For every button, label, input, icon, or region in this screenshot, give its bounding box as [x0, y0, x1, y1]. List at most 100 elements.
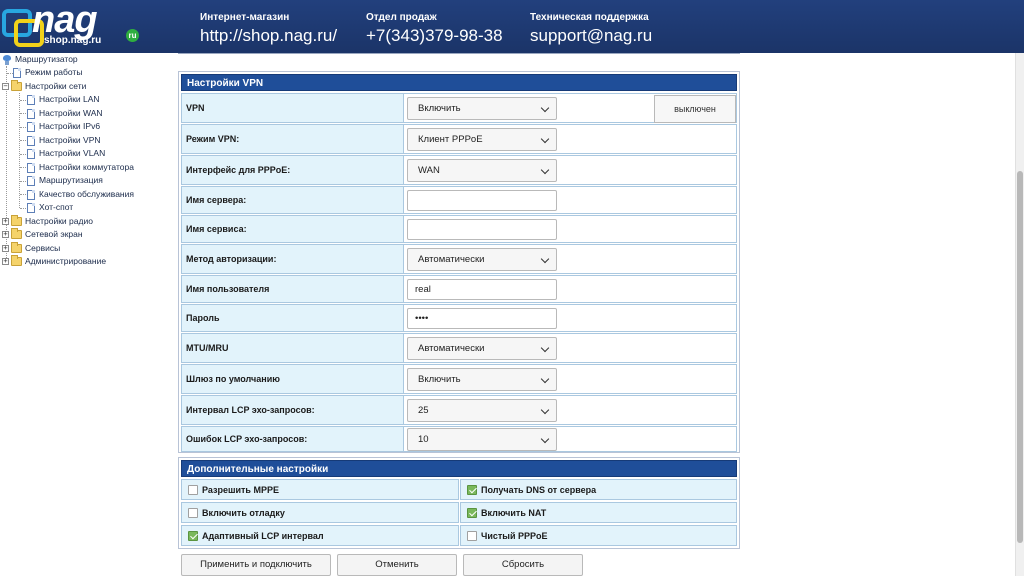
pppoe-interface-select[interactable]: WAN	[407, 159, 557, 182]
expand-toggle-icon[interactable]: +	[2, 218, 9, 225]
chevron-down-icon	[540, 103, 550, 113]
option-label: Включить NAT	[481, 507, 547, 518]
checkbox-unchecked[interactable]	[467, 530, 477, 541]
tree-folder-firewall[interactable]: + Сетевой экран	[2, 228, 83, 241]
lcp-errors-select[interactable]: 10	[407, 428, 557, 451]
server-name-input[interactable]	[407, 190, 557, 211]
option-label: Включить отладку	[202, 507, 285, 518]
select-value: Клиент PPPoE	[418, 134, 483, 145]
server-name-cell	[405, 187, 736, 213]
checkbox-checked[interactable]	[188, 530, 198, 541]
vpn-row-vpn: VPN Включить выключен	[181, 93, 737, 123]
tree-item-ipv6[interactable]: Настройки IPv6	[27, 120, 100, 133]
username-input[interactable]: real	[407, 279, 557, 300]
default-gateway-cell: Включить	[405, 365, 736, 393]
header-support-caption: Техническая поддержка	[530, 12, 649, 23]
service-name-label: Имя сервиса:	[182, 216, 404, 242]
vpn-enable-select[interactable]: Включить	[407, 97, 557, 120]
tree-item-work-mode[interactable]: Режим работы	[13, 66, 82, 79]
router-icon	[2, 54, 12, 65]
header-shop-caption: Интернет-магазин	[200, 12, 290, 23]
reset-button[interactable]: Сбросить	[463, 554, 583, 576]
option-dns-from-server[interactable]: Получать DNS от сервера	[460, 479, 737, 500]
lcp-interval-cell: 25	[405, 396, 736, 424]
vpn-mode-cell: Клиент PPPoE	[405, 125, 736, 153]
mtu-mru-cell: Автоматически	[405, 334, 736, 362]
checkbox-checked[interactable]	[467, 507, 477, 518]
tree-item-lan[interactable]: Настройки LAN	[27, 93, 100, 106]
option-enable-debug[interactable]: Включить отладку	[181, 502, 459, 523]
header-sales-phone[interactable]: +7(343)379-98-38	[366, 26, 503, 46]
tree-guide-line	[20, 113, 26, 114]
auth-method-select[interactable]: Автоматически	[407, 248, 557, 271]
page-icon	[27, 135, 35, 146]
password-cell: ••••	[405, 305, 736, 331]
tree-item-hotspot[interactable]: Хот-спот	[27, 201, 73, 214]
nag-logo[interactable]: nag shop.nag.ru ru	[2, 0, 152, 49]
expand-toggle-icon[interactable]: +	[2, 245, 9, 252]
expand-toggle-icon[interactable]: +	[2, 258, 9, 265]
vpn-row-mode: Режим VPN: Клиент PPPoE	[181, 124, 737, 154]
tree-guide-line	[20, 208, 26, 209]
header-support: Техническая поддержка support@nag.ru	[530, 12, 652, 46]
auth-method-cell: Автоматически	[405, 245, 736, 273]
tree-item-label: Режим работы	[25, 67, 83, 77]
tree-item-vpn[interactable]: Настройки VPN	[27, 134, 101, 147]
tree-folder-network[interactable]: − Настройки сети	[2, 80, 86, 93]
option-enable-mppe[interactable]: Разрешить MPPE	[181, 479, 459, 500]
option-adaptive-lcp[interactable]: Адаптивный LCP интервал	[181, 525, 459, 546]
select-value: 25	[418, 405, 429, 416]
cancel-button[interactable]: Отменить	[337, 554, 457, 576]
checkbox-unchecked[interactable]	[188, 484, 198, 495]
tree-folder-services[interactable]: + Сервисы	[2, 242, 60, 255]
tree-root-router[interactable]: Маршрутизатор	[2, 53, 78, 66]
folder-icon	[11, 228, 22, 239]
header-shop-link[interactable]: http://shop.nag.ru/	[200, 26, 337, 46]
option-label: Чистый PPPoE	[481, 530, 548, 541]
tree-item-switch[interactable]: Настройки коммутатора	[27, 161, 134, 174]
tree-item-wan[interactable]: Настройки WAN	[27, 107, 103, 120]
password-label: Пароль	[182, 305, 404, 331]
tree-root-label: Маршрутизатор	[15, 54, 78, 64]
page-scrollbar[interactable]	[1015, 53, 1024, 576]
checkbox-checked[interactable]	[467, 484, 477, 495]
service-name-input[interactable]	[407, 219, 557, 240]
tree-guide-line	[20, 154, 26, 155]
lcp-interval-select[interactable]: 25	[407, 399, 557, 422]
logo-subtitle: shop.nag.ru	[44, 35, 102, 46]
tree-folder-label: Настройки радио	[25, 216, 93, 226]
apply-connect-button[interactable]: Применить и подключить	[181, 554, 331, 576]
tree-folder-label: Сетевой экран	[25, 229, 83, 239]
tree-guide-line	[20, 140, 26, 141]
password-input[interactable]: ••••	[407, 308, 557, 329]
vpn-label: VPN	[182, 94, 404, 122]
extra-settings-panel: Дополнительные настройки Разрешить MPPE …	[178, 457, 740, 549]
expand-toggle-icon[interactable]: +	[2, 231, 9, 238]
vpn-row-auth: Метод авторизации: Автоматически	[181, 244, 737, 274]
tree-item-label: Настройки VPN	[39, 135, 101, 145]
collapse-toggle-icon[interactable]: −	[2, 83, 9, 90]
tree-folder-admin[interactable]: + Администрирование	[2, 255, 106, 268]
content-top-divider	[178, 53, 740, 54]
tree-item-vlan[interactable]: Настройки VLAN	[27, 147, 105, 160]
tree-folder-radio[interactable]: + Настройки радио	[2, 215, 93, 228]
vpn-mode-select[interactable]: Клиент PPPoE	[407, 128, 557, 151]
option-enable-nat[interactable]: Включить NAT	[460, 502, 737, 523]
tree-item-label: Качество обслуживания	[39, 189, 134, 199]
option-label: Получать DNS от сервера	[481, 484, 597, 495]
default-gateway-select[interactable]: Включить	[407, 368, 557, 391]
default-gateway-label: Шлюз по умолчанию	[182, 365, 404, 393]
scrollbar-thumb[interactable]	[1017, 171, 1023, 543]
option-pure-pppoe[interactable]: Чистый PPPoE	[460, 525, 737, 546]
mtu-mru-label: MTU/MRU	[182, 334, 404, 362]
checkbox-unchecked[interactable]	[188, 507, 198, 518]
logo-ru-badge: ru	[126, 29, 139, 42]
select-value: Включить	[418, 103, 461, 114]
pppoe-interface-cell: WAN	[405, 156, 736, 184]
server-name-label: Имя сервера:	[182, 187, 404, 213]
tree-item-routing[interactable]: Маршрутизация	[27, 174, 103, 187]
header-support-email[interactable]: support@nag.ru	[530, 26, 652, 46]
mtu-mru-select[interactable]: Автоматически	[407, 337, 557, 360]
page-icon	[27, 202, 35, 213]
tree-item-qos[interactable]: Качество обслуживания	[27, 188, 134, 201]
